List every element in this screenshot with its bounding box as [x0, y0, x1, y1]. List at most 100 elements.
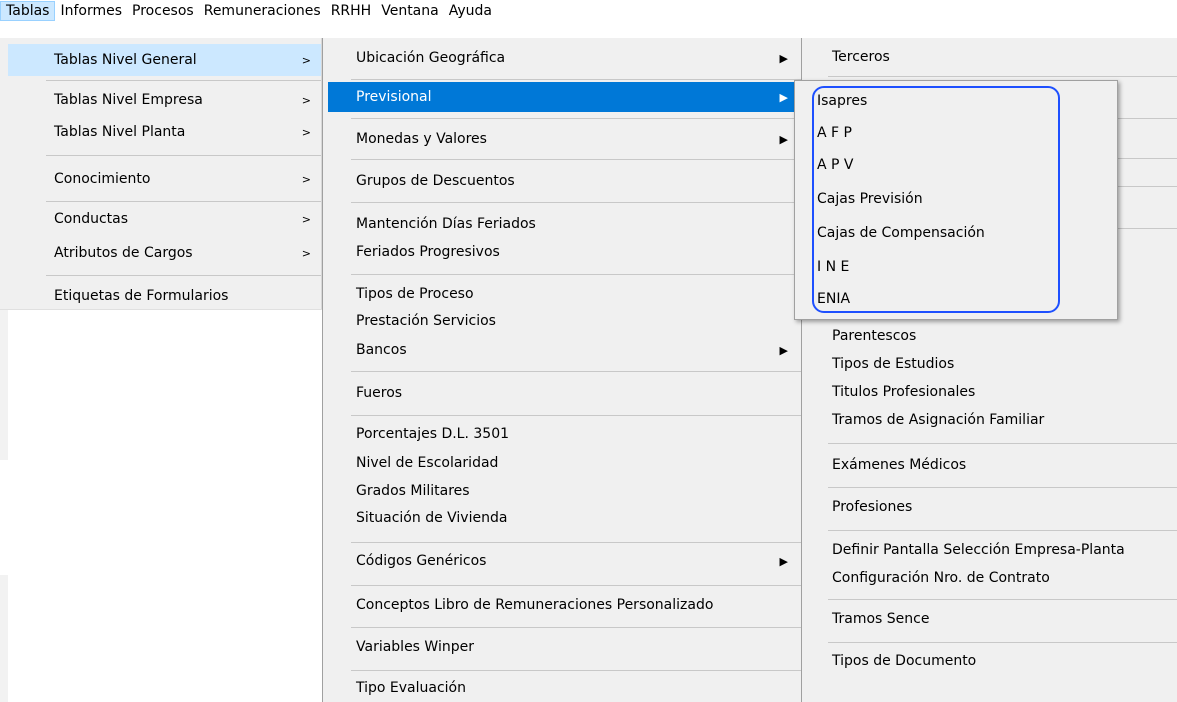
- chevron-right-icon: >: [301, 93, 311, 107]
- chevron-right-icon: >: [301, 246, 311, 260]
- menu-item-codigos-genericos[interactable]: Códigos Genéricos ▶: [328, 546, 798, 576]
- menu-item-label: Mantención Días Feriados: [356, 216, 536, 232]
- menu-item-label: Parentescos: [832, 328, 917, 344]
- menu-item-examenes-medicos[interactable]: Exámenes Médicos: [806, 450, 1176, 480]
- menu-item-label: Tipos de Documento: [832, 653, 977, 669]
- menu-item-previsional[interactable]: Previsional ▶: [328, 82, 798, 112]
- menu-item-label: Bancos: [356, 342, 407, 358]
- menubar-rrhh[interactable]: RRHH: [326, 1, 377, 21]
- menubar-tablas[interactable]: Tablas: [0, 1, 56, 21]
- menu-item-label: Profesiones: [832, 499, 913, 515]
- menu-item-label: Conductas: [54, 211, 129, 227]
- menu-item-apv[interactable]: A P V: [799, 151, 1115, 179]
- menu-item-bancos[interactable]: Bancos ▶: [328, 336, 798, 364]
- menubar-ventana[interactable]: Ventana: [376, 1, 444, 21]
- menu-item-label: Tramos de Asignación Familiar: [832, 412, 1045, 428]
- menu-item-conductas[interactable]: Conductas >: [8, 205, 321, 233]
- menu-item-cajas-prevision[interactable]: Cajas Previsión: [799, 185, 1115, 213]
- menu-item-label: Tipo Evaluación: [356, 680, 466, 696]
- chevron-right-icon: >: [301, 172, 311, 186]
- menu-bar: Tablas Informes Procesos Remuneraciones …: [0, 0, 1177, 22]
- menu-item-tipo-evaluacion[interactable]: Tipo Evaluación: [328, 674, 798, 702]
- menu-item-grados-militares[interactable]: Grados Militares: [328, 478, 798, 504]
- menu-item-label: Monedas y Valores: [356, 131, 487, 147]
- menu-item-conocimiento[interactable]: Conocimiento >: [8, 165, 321, 193]
- menubar-remuneraciones[interactable]: Remuneraciones: [199, 1, 326, 21]
- menu-item-situacion-de-vivienda[interactable]: Situación de Vivienda: [328, 504, 798, 532]
- menu-item-etiquetas-de-formularios[interactable]: Etiquetas de Formularios: [8, 282, 321, 310]
- menu-item-label: Prestación Servicios: [356, 313, 496, 329]
- menu-item-ine[interactable]: I N E: [799, 253, 1115, 281]
- menu-item-atributos-de-cargos[interactable]: Atributos de Cargos >: [8, 239, 321, 267]
- menu-item-mantencion-dias-feriados[interactable]: Mantención Días Feriados: [328, 210, 798, 238]
- menu-item-label: Porcentajes D.L. 3501: [356, 426, 510, 442]
- menu-item-tablas-nivel-empresa[interactable]: Tablas Nivel Empresa >: [8, 86, 321, 114]
- menubar-procesos[interactable]: Procesos: [127, 1, 199, 21]
- menu-item-afp[interactable]: A F P: [799, 119, 1115, 147]
- menu-item-parentescos[interactable]: Parentescos: [806, 324, 1176, 348]
- menu-item-tablas-nivel-general[interactable]: Tablas Nivel General >: [8, 44, 321, 76]
- menu-item-terceros[interactable]: Terceros: [806, 42, 1176, 72]
- menu-item-label: Cajas de Compensación: [817, 225, 985, 241]
- menu-item-label: Tipos de Proceso: [356, 286, 474, 302]
- menu-item-tipos-de-proceso[interactable]: Tipos de Proceso: [328, 280, 798, 308]
- menu-item-label: Exámenes Médicos: [832, 457, 967, 473]
- menu-item-label: Definir Pantalla Selección Empresa-Plant…: [832, 542, 1125, 558]
- menu-item-label: Cajas Previsión: [817, 191, 923, 207]
- menu-item-enia[interactable]: ENIA: [799, 285, 1115, 313]
- menu-item-tablas-nivel-planta[interactable]: Tablas Nivel Planta >: [8, 118, 321, 146]
- menu-item-nivel-de-escolaridad[interactable]: Nivel de Escolaridad: [328, 450, 798, 476]
- submenu-arrow-icon: ▶: [779, 132, 788, 146]
- menu-item-label: Configuración Nro. de Contrato: [832, 570, 1050, 586]
- menu-item-label: Tablas Nivel General: [54, 52, 197, 68]
- menu-item-fueros[interactable]: Fueros: [328, 378, 798, 408]
- menu-item-label: Ubicación Geográfica: [356, 50, 506, 66]
- submenu-arrow-icon: ▶: [779, 554, 788, 568]
- menu-item-configuracion-nro-contrato[interactable]: Configuración Nro. de Contrato: [806, 564, 1176, 592]
- menu-item-profesiones[interactable]: Profesiones: [806, 492, 1176, 522]
- menu-item-tipos-de-estudios[interactable]: Tipos de Estudios: [806, 352, 1176, 376]
- menubar-ayuda[interactable]: Ayuda: [444, 1, 497, 21]
- menu-item-label: Conceptos Libro de Remuneraciones Person…: [356, 597, 714, 613]
- chevron-right-icon: >: [301, 212, 311, 226]
- menu-item-ubicacion-geografica[interactable]: Ubicación Geográfica ▶: [328, 42, 798, 74]
- menu-item-label: Variables Winper: [356, 639, 474, 655]
- menu-item-tramos-sence[interactable]: Tramos Sence: [806, 604, 1176, 634]
- menu-item-monedas-y-valores[interactable]: Monedas y Valores ▶: [328, 124, 798, 154]
- menu-item-label: Grados Militares: [356, 483, 470, 499]
- menu-item-label: Fueros: [356, 385, 403, 401]
- menu-item-label: A P V: [817, 157, 854, 173]
- menu-item-isapres[interactable]: Isapres: [799, 87, 1115, 115]
- menu-item-label: A F P: [817, 125, 852, 141]
- menu-item-conceptos-libro-remuneraciones[interactable]: Conceptos Libro de Remuneraciones Person…: [328, 590, 798, 620]
- menu-item-variables-winper[interactable]: Variables Winper: [328, 632, 798, 662]
- menu-item-label: Tipos de Estudios: [832, 356, 955, 372]
- tablas-dropdown-menu: Tablas Nivel General > Tablas Nivel Empr…: [0, 38, 325, 310]
- menu-item-tramos-asignacion-familiar[interactable]: Tramos de Asignación Familiar: [806, 408, 1176, 432]
- chevron-right-icon: >: [301, 125, 311, 139]
- menu-item-label: Tablas Nivel Empresa: [54, 92, 203, 108]
- menu-item-label: Tramos Sence: [832, 611, 930, 627]
- menu-item-label: Nivel de Escolaridad: [356, 455, 499, 471]
- previsional-submenu: Isapres A F P A P V Cajas Previsión Caja…: [794, 80, 1118, 320]
- menubar-informes[interactable]: Informes: [55, 1, 127, 21]
- submenu-arrow-icon: ▶: [779, 343, 788, 357]
- menu-item-feriados-progresivos[interactable]: Feriados Progresivos: [328, 238, 798, 266]
- menu-item-label: Atributos de Cargos: [54, 245, 193, 261]
- menu-item-label: Previsional: [356, 89, 432, 105]
- menu-item-label: ENIA: [817, 291, 851, 307]
- menu-item-prestacion-servicios[interactable]: Prestación Servicios: [328, 308, 798, 334]
- menu-item-porcentajes-dl-3501[interactable]: Porcentajes D.L. 3501: [328, 420, 798, 448]
- menu-item-label: I N E: [817, 259, 850, 275]
- menu-item-grupos-de-descuentos[interactable]: Grupos de Descuentos: [328, 166, 798, 196]
- menu-item-label: Tablas Nivel Planta: [54, 124, 186, 140]
- menu-item-label: Conocimiento: [54, 171, 151, 187]
- menu-item-definir-pantalla-seleccion[interactable]: Definir Pantalla Selección Empresa-Plant…: [806, 536, 1176, 564]
- menu-item-tipos-de-documento[interactable]: Tipos de Documento: [806, 646, 1176, 676]
- chevron-right-icon: >: [301, 53, 311, 67]
- menu-item-cajas-de-compensacion[interactable]: Cajas de Compensación: [799, 219, 1115, 247]
- menu-item-label: Situación de Vivienda: [356, 510, 508, 526]
- tablas-nivel-general-submenu: Ubicación Geográfica ▶ Previsional ▶ Mon…: [322, 38, 802, 702]
- menu-item-titulos-profesionales[interactable]: Titulos Profesionales: [806, 380, 1176, 404]
- submenu-arrow-icon: ▶: [779, 51, 788, 65]
